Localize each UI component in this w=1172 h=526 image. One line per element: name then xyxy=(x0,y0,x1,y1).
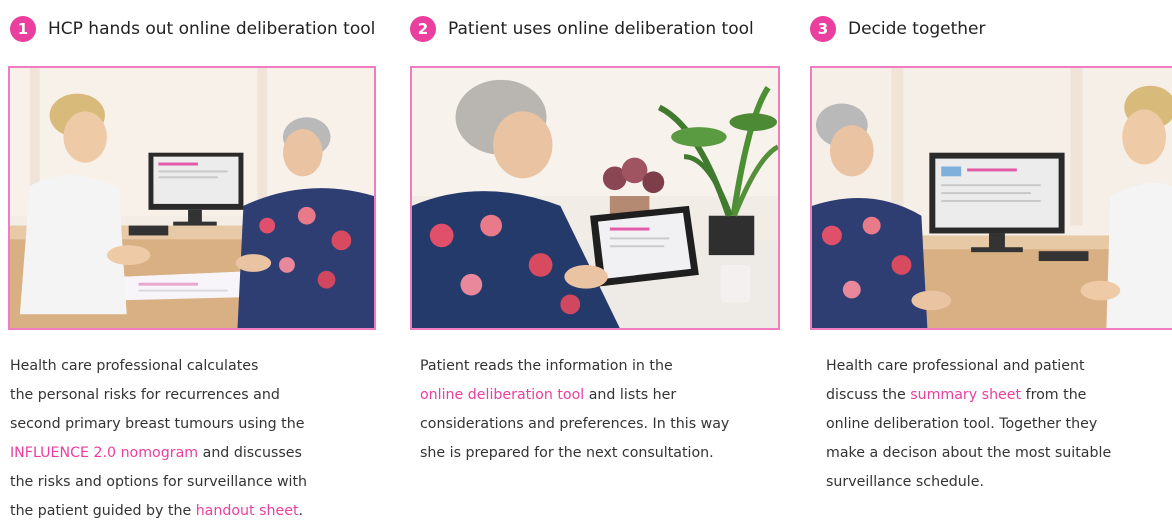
step-number-badge: 3 xyxy=(810,16,836,42)
description-text: and lists her xyxy=(584,387,677,403)
description-line: the risks and options for surveillance w… xyxy=(10,468,390,497)
description-text: Patient reads the information in the xyxy=(420,358,673,374)
description-line: the patient guided by the handout sheet. xyxy=(10,497,390,526)
photo-illustration xyxy=(812,68,1172,328)
description-text: and discusses xyxy=(198,445,302,461)
step-number-badge: 1 xyxy=(10,16,36,42)
description-text: the risks and options for surveillance w… xyxy=(10,474,308,490)
description-text: the personal risks for recurrences and xyxy=(10,387,280,403)
step-title: Patient uses online deliberation tool xyxy=(448,19,754,39)
step-header: 1 HCP hands out online deliberation tool xyxy=(10,16,375,42)
description-text: from the xyxy=(1021,387,1087,403)
photo-decide-together xyxy=(810,66,1172,330)
photo-patient-tablet xyxy=(410,66,780,330)
step-description: Health care professional and patient dis… xyxy=(826,352,1172,497)
description-line: INFLUENCE 2.0 nomogram and discusses xyxy=(10,439,390,468)
photo-illustration xyxy=(10,68,374,328)
highlighted-term: online deliberation tool xyxy=(420,387,585,403)
description-text: Health care professional calculates xyxy=(10,358,259,374)
description-line: Health care professional calculates xyxy=(10,352,390,381)
description-text: considerations and preferences. In this … xyxy=(420,416,730,432)
step-description: Health care professional calculates the … xyxy=(10,352,390,526)
description-line: surveillance schedule. xyxy=(826,468,1172,497)
step-header: 2 Patient uses online deliberation tool xyxy=(410,16,754,42)
highlighted-term: INFLUENCE 2.0 nomogram xyxy=(10,445,199,461)
description-text: discuss the xyxy=(826,387,911,403)
description-line: discuss the summary sheet from the xyxy=(826,381,1172,410)
step-description: Patient reads the information in the onl… xyxy=(420,352,800,468)
description-line: she is prepared for the next consultatio… xyxy=(420,439,800,468)
description-text: second primary breast tumours using the xyxy=(10,416,305,432)
description-line: second primary breast tumours using the xyxy=(10,410,390,439)
description-line: considerations and preferences. In this … xyxy=(420,410,800,439)
step-title: HCP hands out online deliberation tool xyxy=(48,19,376,39)
highlighted-term: summary sheet xyxy=(910,387,1022,403)
step-header: 3 Decide together xyxy=(810,16,985,42)
photo-illustration xyxy=(412,68,778,328)
description-line: make a decison about the most suitable xyxy=(826,439,1172,468)
description-text: make a decison about the most suitable xyxy=(826,445,1112,461)
description-text: surveillance schedule. xyxy=(826,474,984,490)
description-line: online deliberation tool and lists her xyxy=(420,381,800,410)
step-title: Decide together xyxy=(848,19,986,39)
description-line: Health care professional and patient xyxy=(826,352,1172,381)
step-number-badge: 2 xyxy=(410,16,436,42)
description-line: online deliberation tool. Together they xyxy=(826,410,1172,439)
description-line: the personal risks for recurrences and xyxy=(10,381,390,410)
description-text: Health care professional and patient xyxy=(826,358,1085,374)
description-text: she is prepared for the next consultatio… xyxy=(420,445,714,461)
description-line: Patient reads the information in the xyxy=(420,352,800,381)
description-text: online deliberation tool. Together they xyxy=(826,416,1098,432)
photo-consultation-handout xyxy=(8,66,376,330)
